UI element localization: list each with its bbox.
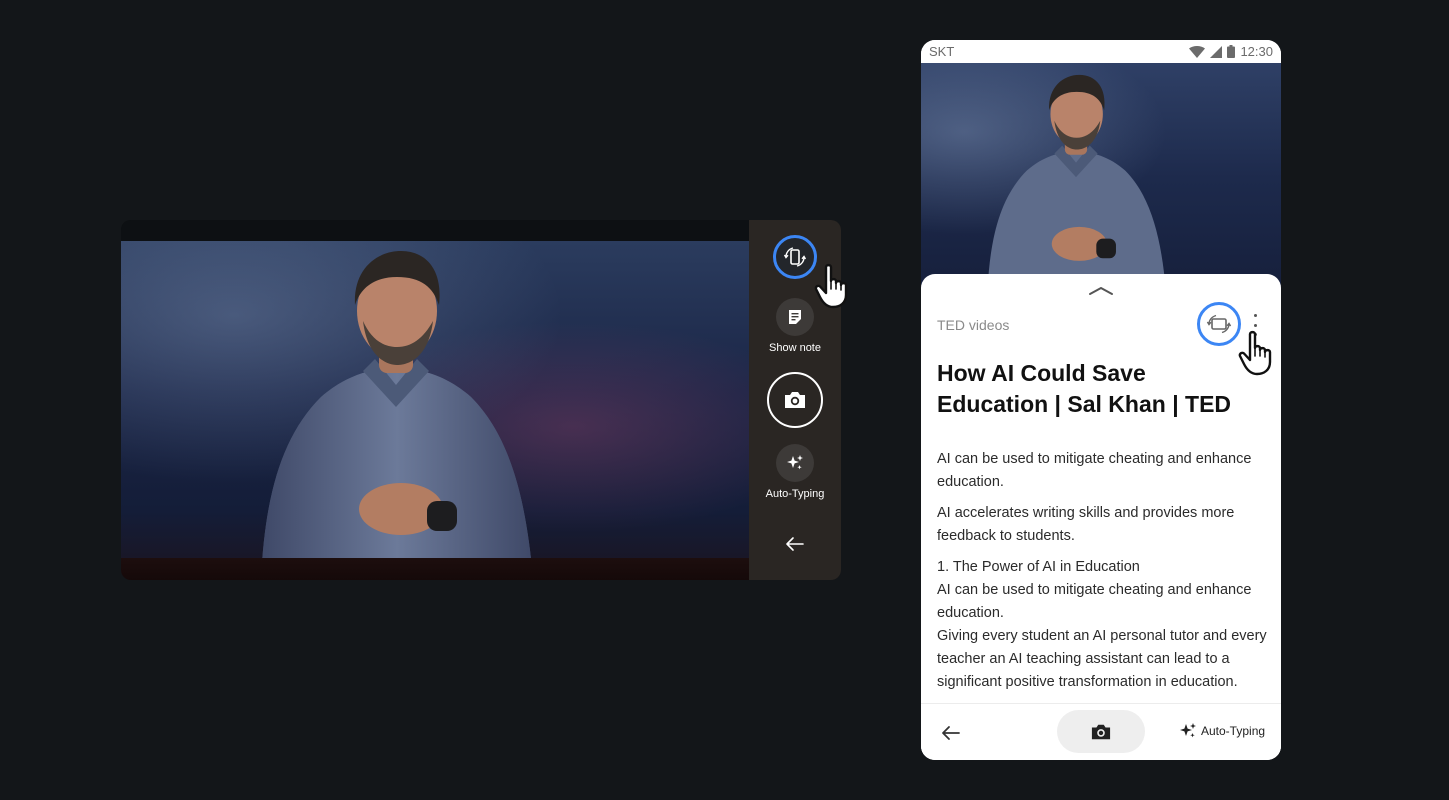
note-icon xyxy=(789,310,801,324)
paragraph: AI accelerates writing skills and provid… xyxy=(937,505,1235,544)
more-vert-icon xyxy=(1253,314,1257,317)
page-title: How AI Could Save Education | Sal Khan |… xyxy=(937,360,1232,417)
letterbox-top xyxy=(121,220,749,241)
signal-icon xyxy=(1210,45,1223,58)
show-note-label: Show note xyxy=(769,342,821,354)
video-frame[interactable] xyxy=(921,63,1281,293)
carrier-label: SKT xyxy=(929,44,955,59)
auto-typing-label: Auto-Typing xyxy=(1201,724,1266,738)
paragraph: AI can be used to mitigate cheating and … xyxy=(937,451,1252,490)
auto-typing-button[interactable] xyxy=(776,444,814,482)
rotate-screen-button[interactable] xyxy=(773,235,817,279)
capture-button[interactable] xyxy=(767,372,823,428)
letterbox-bottom xyxy=(121,558,749,580)
auto-typing-button[interactable]: Auto-Typing xyxy=(1179,722,1265,740)
clock: 12:30 xyxy=(1240,44,1273,59)
landscape-player: Show note Auto-Typing xyxy=(121,220,841,580)
auto-typing-label: Auto-Typing xyxy=(765,488,825,500)
capture-button[interactable] xyxy=(1057,710,1145,753)
back-button[interactable] xyxy=(783,532,807,556)
show-note-button[interactable] xyxy=(776,298,814,336)
back-arrow-icon xyxy=(786,537,804,551)
video-frame[interactable] xyxy=(121,241,749,579)
note-sheet: TED videos How AI Could Save Education |… xyxy=(921,274,1281,760)
phone-portrait-view: SKT 12:30 TED videos How AI Could Save E… xyxy=(921,40,1281,760)
sheet-handle[interactable] xyxy=(1088,284,1114,298)
pointer-hand-icon xyxy=(814,263,858,314)
section-line: Giving every student an AI personal tuto… xyxy=(937,628,1267,690)
speaker-figure xyxy=(251,247,541,579)
rotate-screen-icon xyxy=(1206,314,1232,334)
speaker-figure xyxy=(981,69,1171,293)
battery-icon xyxy=(1227,45,1236,58)
source-label: TED videos xyxy=(937,317,1010,333)
rotate-screen-button[interactable] xyxy=(1197,302,1241,346)
chevron-up-icon xyxy=(1089,287,1113,295)
wifi-icon xyxy=(1189,45,1206,58)
sparkle-icon xyxy=(1180,723,1196,738)
note-body: AI can be used to mitigate cheating and … xyxy=(937,448,1267,703)
status-bar: SKT 12:30 xyxy=(921,40,1281,63)
back-arrow-icon xyxy=(942,726,960,740)
bottom-toolbar: Auto-Typing xyxy=(921,703,1281,760)
back-button[interactable] xyxy=(939,721,963,745)
camera-icon xyxy=(785,392,805,408)
section-line: AI can be used to mitigate cheating and … xyxy=(937,582,1252,621)
sparkle-icon xyxy=(787,455,803,470)
camera-icon xyxy=(1091,724,1111,739)
pointer-hand-icon xyxy=(1238,330,1282,381)
rotate-screen-icon xyxy=(783,247,807,267)
section-heading: 1. The Power of AI in Education xyxy=(937,559,1140,575)
